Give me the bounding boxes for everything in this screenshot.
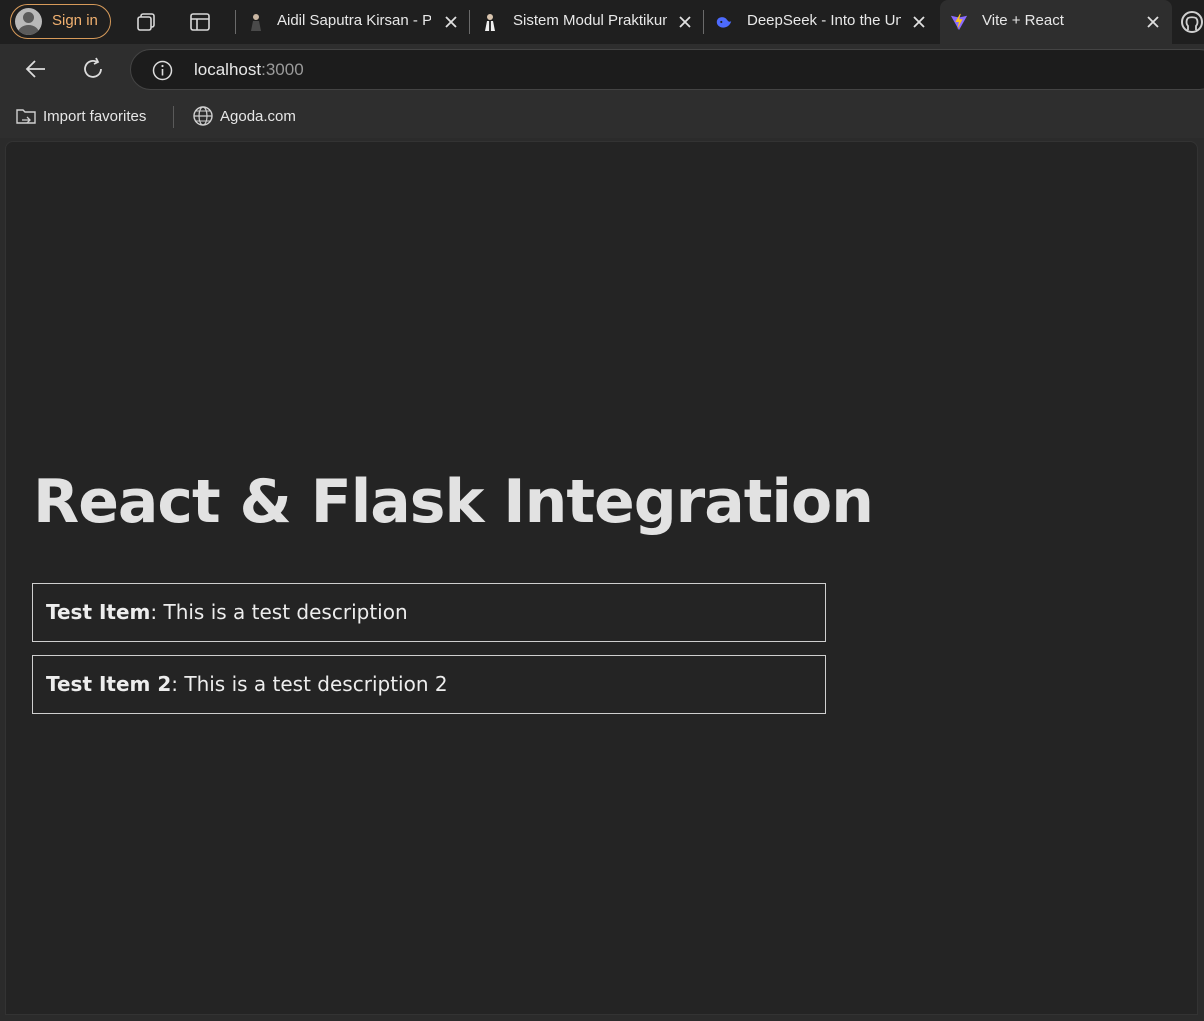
- tab-separator: [703, 10, 704, 34]
- profile-avatar-icon: [15, 8, 42, 35]
- item-description: : This is a test description 2: [171, 672, 448, 696]
- tab-separator: [469, 10, 470, 34]
- list-item: Test Item 2: This is a test description …: [32, 655, 826, 714]
- tab-title: Aidil Saputra Kirsan - P: [277, 12, 431, 29]
- workspaces-icon[interactable]: [135, 11, 157, 33]
- tab-title: Sistem Modul Praktikum: [513, 12, 667, 29]
- sign-in-button[interactable]: Sign in: [10, 4, 111, 39]
- person-icon: [251, 14, 261, 31]
- tab-aidil[interactable]: Aidil Saputra Kirsan - P: [237, 0, 469, 44]
- item-description: : This is a test description: [150, 600, 408, 624]
- tab-deepseek[interactable]: DeepSeek - Into the Un: [705, 0, 937, 44]
- favorites-divider: [173, 106, 174, 128]
- tab-sistem-modul[interactable]: Sistem Modul Praktikum: [471, 0, 703, 44]
- tab-strip: Sign in Aidil Saputra Kirsan - P Sistem …: [0, 0, 1204, 44]
- favorite-label: Agoda.com: [220, 107, 296, 125]
- url-text: localhost:3000: [194, 60, 304, 80]
- globe-icon: [193, 106, 213, 126]
- page-viewport: React & Flask Integration Test Item: Thi…: [5, 141, 1198, 1015]
- tab-actions-icon[interactable]: [189, 11, 211, 33]
- url-port: :3000: [261, 60, 304, 79]
- tab-title: Vite + React: [982, 12, 1064, 29]
- favorite-label: Import favorites: [43, 107, 147, 125]
- vite-icon: [950, 13, 968, 31]
- deepseek-whale-icon: [716, 17, 732, 28]
- import-folder-icon: [16, 109, 36, 124]
- close-icon[interactable]: [911, 14, 927, 30]
- tab-separator: [235, 10, 236, 34]
- refresh-icon[interactable]: [81, 57, 105, 81]
- item-name: Test Item 2: [46, 672, 172, 696]
- sign-in-label: Sign in: [52, 12, 98, 29]
- tab-title: DeepSeek - Into the Un: [747, 12, 901, 29]
- navigation-toolbar: localhost:3000: [0, 44, 1204, 94]
- person-icon: [485, 14, 495, 31]
- list-item: Test Item: This is a test description: [32, 583, 826, 642]
- tab-vite-react[interactable]: Vite + React: [940, 0, 1172, 44]
- import-favorites-button[interactable]: Import favorites: [15, 105, 146, 127]
- github-icon[interactable]: [1180, 10, 1204, 34]
- page-title: React & Flask Integration: [33, 467, 874, 537]
- item-name: Test Item: [46, 600, 151, 624]
- close-icon[interactable]: [443, 14, 459, 30]
- favorites-bar: Import favorites Agoda.com: [0, 94, 1204, 138]
- url-host: localhost: [194, 60, 262, 79]
- back-arrow-icon[interactable]: [24, 57, 48, 81]
- address-bar[interactable]: localhost:3000: [130, 49, 1204, 90]
- info-icon[interactable]: [152, 60, 173, 81]
- close-icon[interactable]: [677, 14, 693, 30]
- close-icon[interactable]: [1145, 14, 1161, 30]
- favorite-agoda[interactable]: Agoda.com: [192, 105, 296, 127]
- browser-window: Sign in Aidil Saputra Kirsan - P Sistem …: [0, 0, 1204, 1021]
